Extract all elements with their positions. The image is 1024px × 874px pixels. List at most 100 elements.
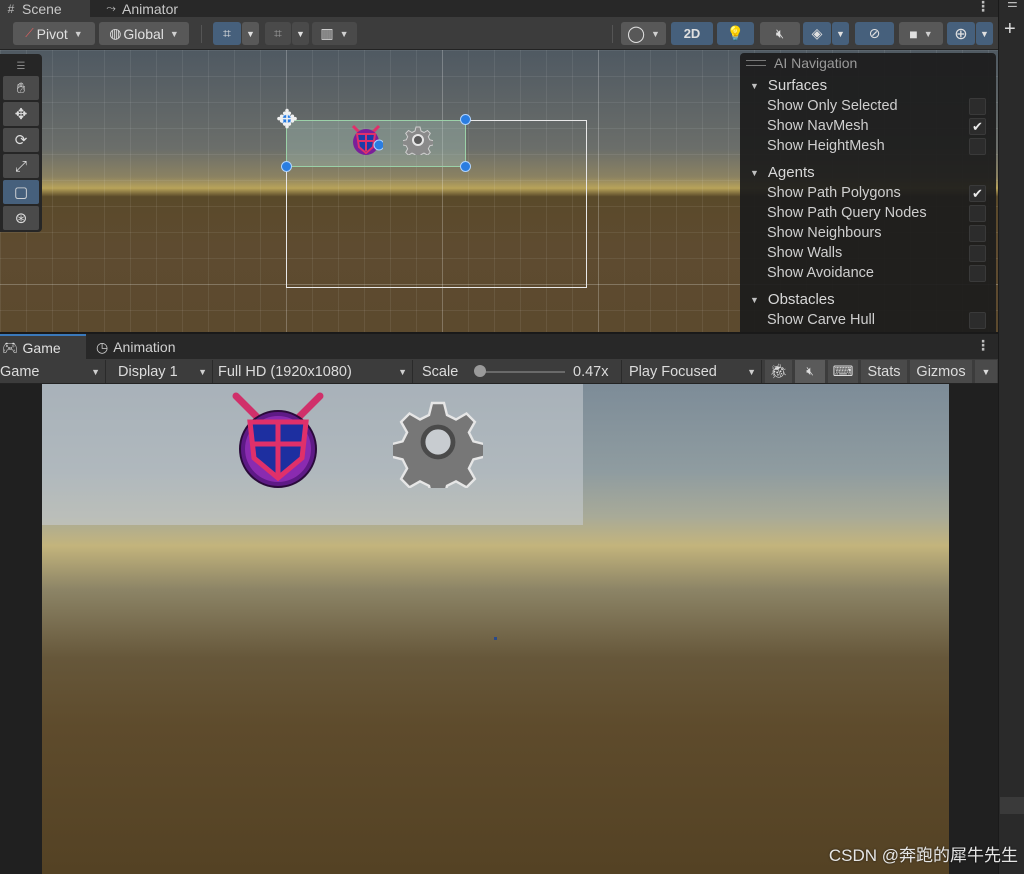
2d-toggle-button[interactable]: 2D xyxy=(671,22,713,45)
shading-mode-dropdown[interactable]: ◯ ▼ xyxy=(621,22,666,45)
globe-icon: ◍ xyxy=(109,25,122,41)
option-row: Show HeightMesh xyxy=(740,136,996,156)
gear-icon[interactable] xyxy=(393,396,483,488)
2d-label: 2D xyxy=(683,26,701,41)
scale-label: Scale xyxy=(422,363,459,380)
effects-dropdown[interactable]: ▼ xyxy=(832,22,849,45)
toolbar-separator xyxy=(201,25,202,43)
game-toolbar: Game ▼ Display 1 ▼ Full HD (1920x1080) ▼… xyxy=(0,359,998,384)
grid-visibility-dropdown[interactable]: ▥ ▼ xyxy=(312,22,357,45)
grid-snap-dropdown[interactable]: ▼ xyxy=(242,22,259,45)
chevron-down-icon: ▼ xyxy=(980,28,989,39)
tab-game[interactable]: 🎮︎ Game xyxy=(0,334,86,360)
add-icon[interactable]: + xyxy=(1004,18,1016,41)
option-label: Show Avoidance xyxy=(767,265,874,281)
scene-toolbar: ⟋ Pivot ▼ ◍ Global ▼ ⌗ ▼ ⌗ ▼ ▥ ▼ ◯ ▼ 2D … xyxy=(0,17,998,50)
section-agents[interactable]: ▼ Agents xyxy=(740,162,996,183)
lighting-toggle-button[interactable]: 💡 xyxy=(717,22,754,45)
effects-layers-icon: ◈ xyxy=(811,25,823,41)
rotate-tool-button[interactable]: ⟳ xyxy=(3,128,39,152)
option-checkbox[interactable]: ✔ xyxy=(969,185,986,202)
palette-grip-icon[interactable]: ☰ xyxy=(3,58,39,74)
grid-snap-icon: ⌗ xyxy=(223,25,231,41)
inspector-strip: ☰ + xyxy=(998,0,1024,874)
resize-handle-bottom-right[interactable] xyxy=(460,161,471,172)
play-mode-dropdown[interactable]: Play Focused ▼ xyxy=(626,360,762,383)
chevron-down-icon: ▼ xyxy=(91,366,100,377)
tab-animation-label: Animation xyxy=(113,339,176,355)
selected-panel-rect[interactable] xyxy=(286,120,466,167)
tab-animation[interactable]: ◷ Animation xyxy=(96,334,175,360)
audio-toggle-button[interactable]: 🔇︎ xyxy=(760,22,800,45)
option-checkbox[interactable] xyxy=(969,265,986,282)
option-checkbox[interactable] xyxy=(969,205,986,222)
scale-slider-handle[interactable] xyxy=(473,365,486,377)
option-label: Show Path Polygons xyxy=(767,185,901,201)
move-pivot-icon[interactable]: ✥ xyxy=(272,104,302,134)
scale-tool-button[interactable]: ⤢ xyxy=(3,154,39,178)
hand-tool-button[interactable]: ✋︎ xyxy=(3,76,39,100)
tab-scene[interactable]: # Scene xyxy=(0,0,90,17)
section-surfaces[interactable]: ▼ Surfaces xyxy=(740,75,996,96)
transform-tool-button[interactable]: ⊛ xyxy=(3,206,39,230)
effects-toggle-button[interactable]: ◈ xyxy=(803,22,831,45)
rect-tool-icon: ▢ xyxy=(13,184,29,201)
display-dropdown[interactable]: Display 1 ▼ xyxy=(110,360,213,383)
scale-slider-track[interactable] xyxy=(475,371,565,373)
global-dropdown[interactable]: ◍ Global ▼ xyxy=(99,22,189,45)
hand-icon: ✋︎ xyxy=(16,79,26,97)
scene-visibility-button[interactable]: ⊘ xyxy=(855,22,894,45)
option-row: Show Walls xyxy=(740,243,996,263)
scrollbar-thumb[interactable] xyxy=(1000,797,1024,814)
option-checkbox[interactable] xyxy=(969,312,986,329)
mute-audio-button[interactable]: 🔇︎ xyxy=(795,360,825,383)
tab-animator[interactable]: ⤳ Animator xyxy=(100,0,178,17)
resize-handle-top-right[interactable] xyxy=(460,114,471,125)
game-viewport[interactable] xyxy=(42,384,949,874)
option-checkbox[interactable] xyxy=(969,138,986,155)
gizmos-toggle-button[interactable]: Gizmos xyxy=(910,360,972,383)
list-icon[interactable]: ☰ xyxy=(1007,0,1018,10)
rect-tool-button[interactable]: ▢ xyxy=(3,180,39,204)
section-obstacles[interactable]: ▼ Obstacles xyxy=(740,289,996,310)
resolution-dropdown[interactable]: Full HD (1920x1080) ▼ xyxy=(215,360,413,383)
option-checkbox[interactable] xyxy=(969,225,986,242)
option-label: Show Path Query Nodes xyxy=(767,205,927,221)
game-menu-icon[interactable]: ⋮ xyxy=(976,337,990,354)
view-mode-dropdown[interactable]: Game ▼ xyxy=(0,360,106,383)
option-checkbox[interactable]: ✔ xyxy=(969,118,986,135)
chevron-down-icon: ▼ xyxy=(923,28,933,39)
camera-dropdown[interactable]: ■ ▼ xyxy=(899,22,943,45)
ai-navigation-title: AI Navigation xyxy=(774,55,858,71)
gizmos-button[interactable]: ⊕ xyxy=(947,22,975,45)
shield-icon[interactable] xyxy=(230,392,326,492)
grid-snap-button[interactable]: ⌗ xyxy=(213,22,241,45)
stats-button[interactable]: Stats xyxy=(861,360,907,383)
lightbulb-icon: 💡 xyxy=(726,25,745,41)
resize-handle-bottom-left[interactable] xyxy=(281,161,292,172)
option-checkbox[interactable] xyxy=(969,98,986,115)
pivot-dropdown[interactable]: ⟋ Pivot ▼ xyxy=(13,22,95,45)
gizmos-dropdown[interactable]: ▼ xyxy=(975,360,997,383)
expand-triangle-icon[interactable]: ▼ xyxy=(750,295,759,305)
increment-snap-dropdown[interactable]: ▼ xyxy=(292,22,309,45)
grid-icon: # xyxy=(7,1,15,16)
ai-navigation-header[interactable]: AI Navigation xyxy=(740,53,996,73)
expand-triangle-icon[interactable]: ▼ xyxy=(750,81,759,91)
option-label: Show Only Selected xyxy=(767,98,898,114)
increment-snap-button[interactable]: ⌗ xyxy=(265,22,291,45)
chevron-down-icon: ▼ xyxy=(73,28,83,39)
keyboard-shortcuts-button[interactable]: ⌨ xyxy=(828,360,858,383)
debug-toggle-button[interactable]: 🐞︎ xyxy=(765,360,792,383)
drag-grip-icon[interactable] xyxy=(746,60,766,66)
gizmos-dropdown[interactable]: ▼ xyxy=(976,22,993,45)
move-tool-button[interactable]: ✥ xyxy=(3,102,39,126)
audio-mute-icon: 🔇︎ xyxy=(775,25,785,41)
option-label: Show NavMesh xyxy=(767,118,869,134)
option-checkbox[interactable] xyxy=(969,245,986,262)
ai-navigation-overlay: AI Navigation ▼ Surfaces Show Only Selecte… xyxy=(740,53,996,332)
scene-menu-icon[interactable]: ⋮ xyxy=(976,0,990,15)
game-tab-bar: 🎮︎ Game ◷ Animation ⋮ xyxy=(0,333,998,360)
move-arrows-icon: ✥ xyxy=(14,106,28,123)
expand-triangle-icon[interactable]: ▼ xyxy=(750,168,759,178)
